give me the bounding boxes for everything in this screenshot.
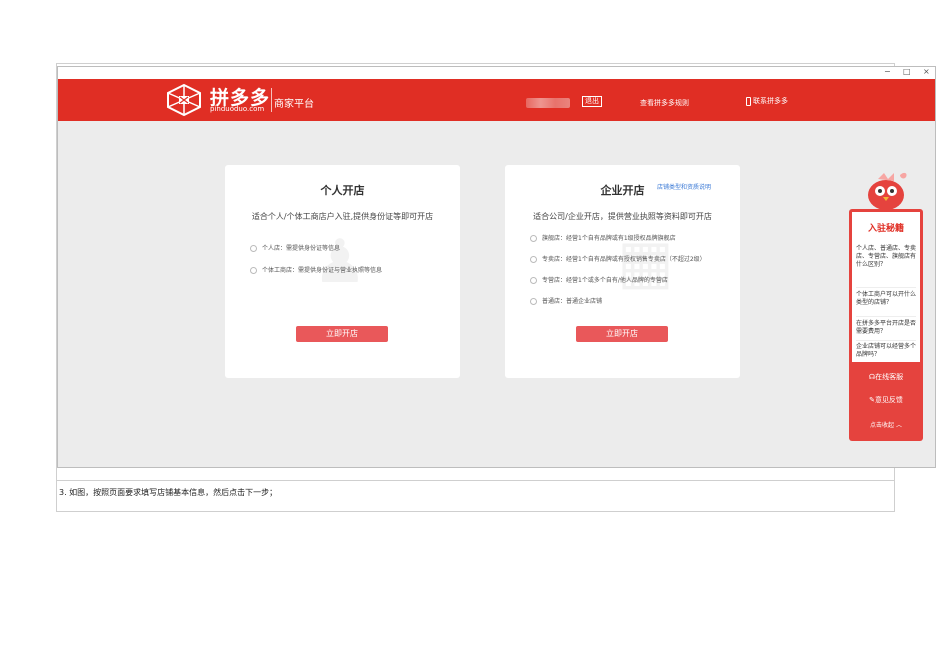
contact-link[interactable]: 联系拼多多 [746,96,788,106]
option-specialty-store[interactable]: 专营店：经营1个或多个自有/他人品牌的专营店 [530,275,668,284]
faq-divider [856,316,916,317]
mascot-bird-icon [868,172,907,210]
open-store-button[interactable]: 立即开店 [296,326,388,342]
merchant-platform-label: 商家平台 [274,99,314,110]
minimize-button[interactable]: − [884,67,891,77]
contact-label: 联系拼多多 [753,97,788,105]
online-service-label: 在线客服 [875,373,904,381]
faq-divider [856,287,916,288]
radio-icon [530,298,537,305]
option-regular-store[interactable]: 普通店：普通企业店铺 [530,296,602,305]
title-bar: − □ × [58,67,935,79]
card-description: 适合公司/企业开店，提供营业执照等资料即可开店 [533,212,712,221]
brand-domain: pinduoduo.com [210,105,265,113]
radio-icon [250,245,257,252]
option-label: 专营店：经营1个或多个自有/他人品牌的专营店 [542,277,668,284]
phone-icon [746,96,751,106]
rules-link[interactable]: 查看拼多多规则 [640,98,689,108]
header-divider [271,88,272,112]
pinduoduo-logo-icon [167,83,201,117]
close-button[interactable]: × [923,67,930,77]
option-individual-business[interactable]: 个体工商店：需提供身份证与营业执照等信息 [250,265,382,274]
card-title: 个人开店 [320,184,365,197]
faq-link[interactable]: 企业店铺可以经营多个品牌吗？ [856,343,918,359]
brand-logo[interactable]: 拼多多 pinduoduo.com [164,81,272,119]
radio-icon [250,267,257,274]
radio-icon [530,277,537,284]
collapse-button[interactable]: 点击收起 ︿ [849,420,923,429]
feedback-button[interactable]: ✎意见反馈 [849,395,923,405]
store-type-doc-link[interactable]: 店铺类型和资质说明 [657,182,711,191]
option-label: 个人店：需提供身份证等信息 [262,245,341,252]
option-label: 个体工商店：需提供身份证与营业执照等信息 [262,267,383,274]
card-description: 适合个人/个体工商店户入驻,提供身份证等即可开店 [251,212,434,221]
person-watermark-icon: ♟ [313,227,367,297]
radio-icon [530,256,537,263]
browser-window: − □ × 拼多多 pinduoduo.com 商家平台 退出 查看拼多多规则 [57,66,936,468]
faq-link[interactable]: 个体工商户可以开什么类型的店铺？ [856,291,918,307]
maximize-button[interactable]: □ [903,67,911,77]
option-personal-store[interactable]: 个人店：需提供身份证等信息 [250,243,340,252]
faq-link[interactable]: 个人店、普通店、专卖店、专营店、旗舰店有什么区别？ [856,245,918,269]
enterprise-store-card: ▦ 企业开店 店铺类型和资质说明 适合公司/企业开店，提供营业执照等资料即可开店… [505,165,740,378]
logout-button[interactable]: 退出 [582,96,602,107]
top-header: 拼多多 pinduoduo.com 商家平台 退出 查看拼多多规则 联系拼多多 [58,79,935,121]
faq-divider [856,340,916,341]
step-caption: 3. 如图，按照页面要求填写店铺基本信息，然后点击下一步； [59,488,278,497]
open-store-button[interactable]: 立即开店 [576,326,668,342]
option-label: 旗舰店：经营1个自有品牌或有1级授权品牌旗舰店 [542,235,676,242]
option-flagship-store[interactable]: 旗舰店：经营1个自有品牌或有1级授权品牌旗舰店 [530,233,676,242]
option-exclusive-store[interactable]: 专卖店：经营1个自有品牌或有授权销售专卖店（不超过2级） [530,254,706,263]
personal-store-card: ♟ 个人开店 适合个人/个体工商店户入驻,提供身份证等即可开店 个人店：需提供身… [225,165,460,378]
collapse-label: 点击收起 [870,422,895,429]
user-name-blurred [526,98,570,108]
online-service-button[interactable]: ☊在线客服 [849,372,923,382]
option-label: 普通店：普通企业店铺 [542,298,603,305]
option-label: 专卖店：经营1个自有品牌或有授权销售专卖店（不超过2级） [542,256,706,263]
widget-faq-panel: 入驻秘籍 个人店、普通店、专卖店、专营店、旗舰店有什么区别？ 个体工商户可以开什… [852,212,920,362]
faq-link[interactable]: 在拼多多平台开店是否需要费用？ [856,320,918,336]
feedback-label: 意见反馈 [874,396,903,404]
radio-icon [530,235,537,242]
widget-title: 入驻秘籍 [867,224,904,234]
chevron-up-icon: ︿ [895,422,902,429]
caption-row: 3. 如图，按照页面要求填写店铺基本信息，然后点击下一步； [56,480,895,512]
document-page: − □ × 拼多多 pinduoduo.com 商家平台 退出 查看拼多多规则 [0,0,950,672]
onboarding-tips-widget: 入驻秘籍 个人店、普通店、专卖店、专营店、旗舰店有什么区别？ 个体工商户可以开什… [849,209,923,441]
